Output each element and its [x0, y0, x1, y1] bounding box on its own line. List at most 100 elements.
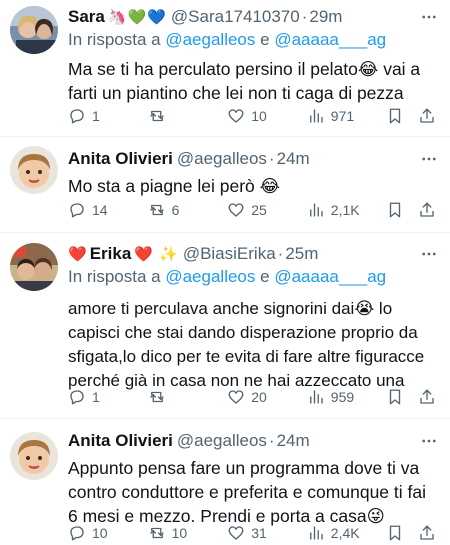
- tweet-header: Anita Olivieri @aegalleos · 24m: [68, 148, 440, 170]
- timestamp[interactable]: 29m: [309, 7, 342, 27]
- handle[interactable]: @BiasiErika: [183, 244, 276, 264]
- timestamp[interactable]: 24m: [277, 149, 310, 169]
- tweet-text-line: Ma se ti ha perculato persino il pelato😂…: [68, 59, 421, 79]
- handle[interactable]: @aegalleos: [177, 431, 267, 451]
- like-button[interactable]: 31: [227, 524, 293, 542]
- timestamp[interactable]: 24m: [277, 431, 310, 451]
- reply-user-link[interactable]: @aegalleos: [165, 30, 255, 49]
- action-bar: 10 10 31 2,4K: [68, 522, 436, 544]
- retweet-count: 10: [171, 525, 188, 541]
- retweet-button[interactable]: 6: [148, 201, 214, 219]
- name-emoji: ❤️ ✨: [134, 246, 179, 263]
- bookmark-button[interactable]: [386, 107, 404, 125]
- retweet-count: 6: [171, 202, 180, 218]
- separator-dot: ·: [301, 7, 308, 26]
- views-count: 971: [330, 108, 355, 124]
- retweet-icon: [149, 204, 164, 216]
- share-button[interactable]: [418, 201, 436, 219]
- reply-prefix: In risposta a: [68, 267, 161, 286]
- views-button[interactable]: 2,4K: [307, 524, 373, 542]
- like-button[interactable]: 10: [227, 107, 293, 125]
- bookmark-icon: [390, 202, 401, 218]
- action-bar: 1 10 971: [68, 105, 436, 127]
- tweet-anita[interactable]: Anita Olivieri @aegalleos · 24m Mo sta a…: [0, 137, 450, 233]
- share-icon: [420, 525, 434, 540]
- separator-dot: ·: [277, 244, 284, 263]
- reply-user-link[interactable]: @aegalleos: [165, 267, 255, 286]
- reply-user-link[interactable]: @aaaaa___ag: [274, 267, 386, 286]
- avatar[interactable]: [10, 6, 58, 54]
- share-icon: [420, 202, 434, 217]
- reply-thread: Sara 🦄💚💙 @Sara17410370 · 29m In risposta…: [0, 0, 450, 545]
- tweet-text-line: capisci che stai dando disperazione prop…: [68, 323, 418, 342]
- like-count: 25: [251, 202, 267, 218]
- tweet-text-line: sfigata,lo dico per te evita di fare alt…: [68, 347, 425, 366]
- tweet-text: amore ti perculava anche signorini dai😭 …: [68, 297, 440, 393]
- separator-dot: ·: [268, 431, 275, 450]
- reply-user-link[interactable]: @aaaaa___ag: [274, 30, 386, 49]
- bookmark-icon: [390, 389, 401, 405]
- like-button[interactable]: 20: [227, 388, 293, 406]
- display-name[interactable]: Erika: [90, 244, 132, 264]
- avatar[interactable]: [10, 432, 58, 480]
- share-icon: [420, 108, 434, 123]
- views-count: 2,1K: [330, 202, 360, 218]
- share-icon: [420, 389, 434, 404]
- reply-button[interactable]: 1: [68, 107, 134, 125]
- bookmark-button[interactable]: [386, 201, 404, 219]
- display-name[interactable]: Anita Olivieri: [68, 149, 173, 169]
- share-button[interactable]: [418, 107, 436, 125]
- like-button[interactable]: 25: [227, 201, 293, 219]
- more-icon[interactable]: [418, 243, 440, 265]
- name-prefix-emoji: ❤️: [68, 246, 88, 263]
- avatar[interactable]: [10, 243, 58, 291]
- like-icon: [228, 203, 244, 217]
- reply-button[interactable]: 14: [68, 201, 134, 219]
- bookmark-button[interactable]: [386, 388, 404, 406]
- more-icon[interactable]: [418, 6, 440, 28]
- tweet-sara[interactable]: Sara 🦄💚💙 @Sara17410370 · 29m In risposta…: [0, 0, 450, 137]
- retweet-button[interactable]: [148, 107, 214, 125]
- like-count: 10: [251, 108, 267, 124]
- reply-button[interactable]: 1: [68, 388, 134, 406]
- display-name[interactable]: Anita Olivieri: [68, 431, 173, 451]
- retweet-button[interactable]: [148, 388, 214, 406]
- bookmark-icon: [390, 108, 401, 124]
- share-button[interactable]: [418, 524, 436, 542]
- reply-joiner: e: [260, 267, 270, 286]
- views-button[interactable]: 959: [307, 388, 373, 406]
- bookmark-button[interactable]: [386, 524, 404, 542]
- views-icon: [309, 203, 323, 217]
- retweet-button[interactable]: 10: [148, 524, 214, 542]
- views-button[interactable]: 2,1K: [307, 201, 373, 219]
- tweet-erika[interactable]: ❤️ Erika ❤️ ✨ @BiasiErika · 25m In rispo…: [0, 233, 450, 419]
- reply-count: 1: [92, 108, 100, 124]
- handle[interactable]: @aegalleos: [177, 149, 267, 169]
- retweet-icon: [149, 391, 164, 403]
- avatar[interactable]: [10, 146, 58, 194]
- like-icon: [228, 390, 244, 404]
- tweet-text-line: amore ti perculava anche signorini dai😭 …: [68, 299, 393, 318]
- name-emoji: 🦄💚💙: [107, 9, 167, 26]
- handle[interactable]: @Sara17410370: [171, 7, 300, 27]
- reply-icon: [70, 203, 84, 218]
- tweet-header: Anita Olivieri @aegalleos · 24m: [68, 430, 440, 452]
- reply-button[interactable]: 10: [68, 524, 134, 542]
- views-button[interactable]: 971: [307, 107, 373, 125]
- views-count: 2,4K: [330, 525, 360, 541]
- more-icon[interactable]: [418, 148, 440, 170]
- like-icon: [228, 109, 244, 123]
- tweet-text-line: Mo sta a piagne lei però 😂: [68, 176, 281, 196]
- tweet-text: Appunto pensa fare un programma dove ti …: [68, 456, 440, 528]
- like-count: 20: [251, 389, 267, 405]
- reply-icon: [70, 526, 84, 541]
- reply-count: 10: [92, 525, 108, 541]
- share-button[interactable]: [418, 388, 436, 406]
- more-icon[interactable]: [418, 430, 440, 452]
- reply-count: 1: [92, 389, 100, 405]
- display-name[interactable]: Sara: [68, 7, 105, 27]
- tweet-text-line: Appunto pensa fare un programma dove ti …: [68, 458, 420, 478]
- tweet-anita-2[interactable]: Anita Olivieri @aegalleos · 24m Appunto …: [0, 419, 450, 545]
- timestamp[interactable]: 25m: [285, 244, 318, 264]
- action-bar: 1 20 959: [68, 386, 436, 408]
